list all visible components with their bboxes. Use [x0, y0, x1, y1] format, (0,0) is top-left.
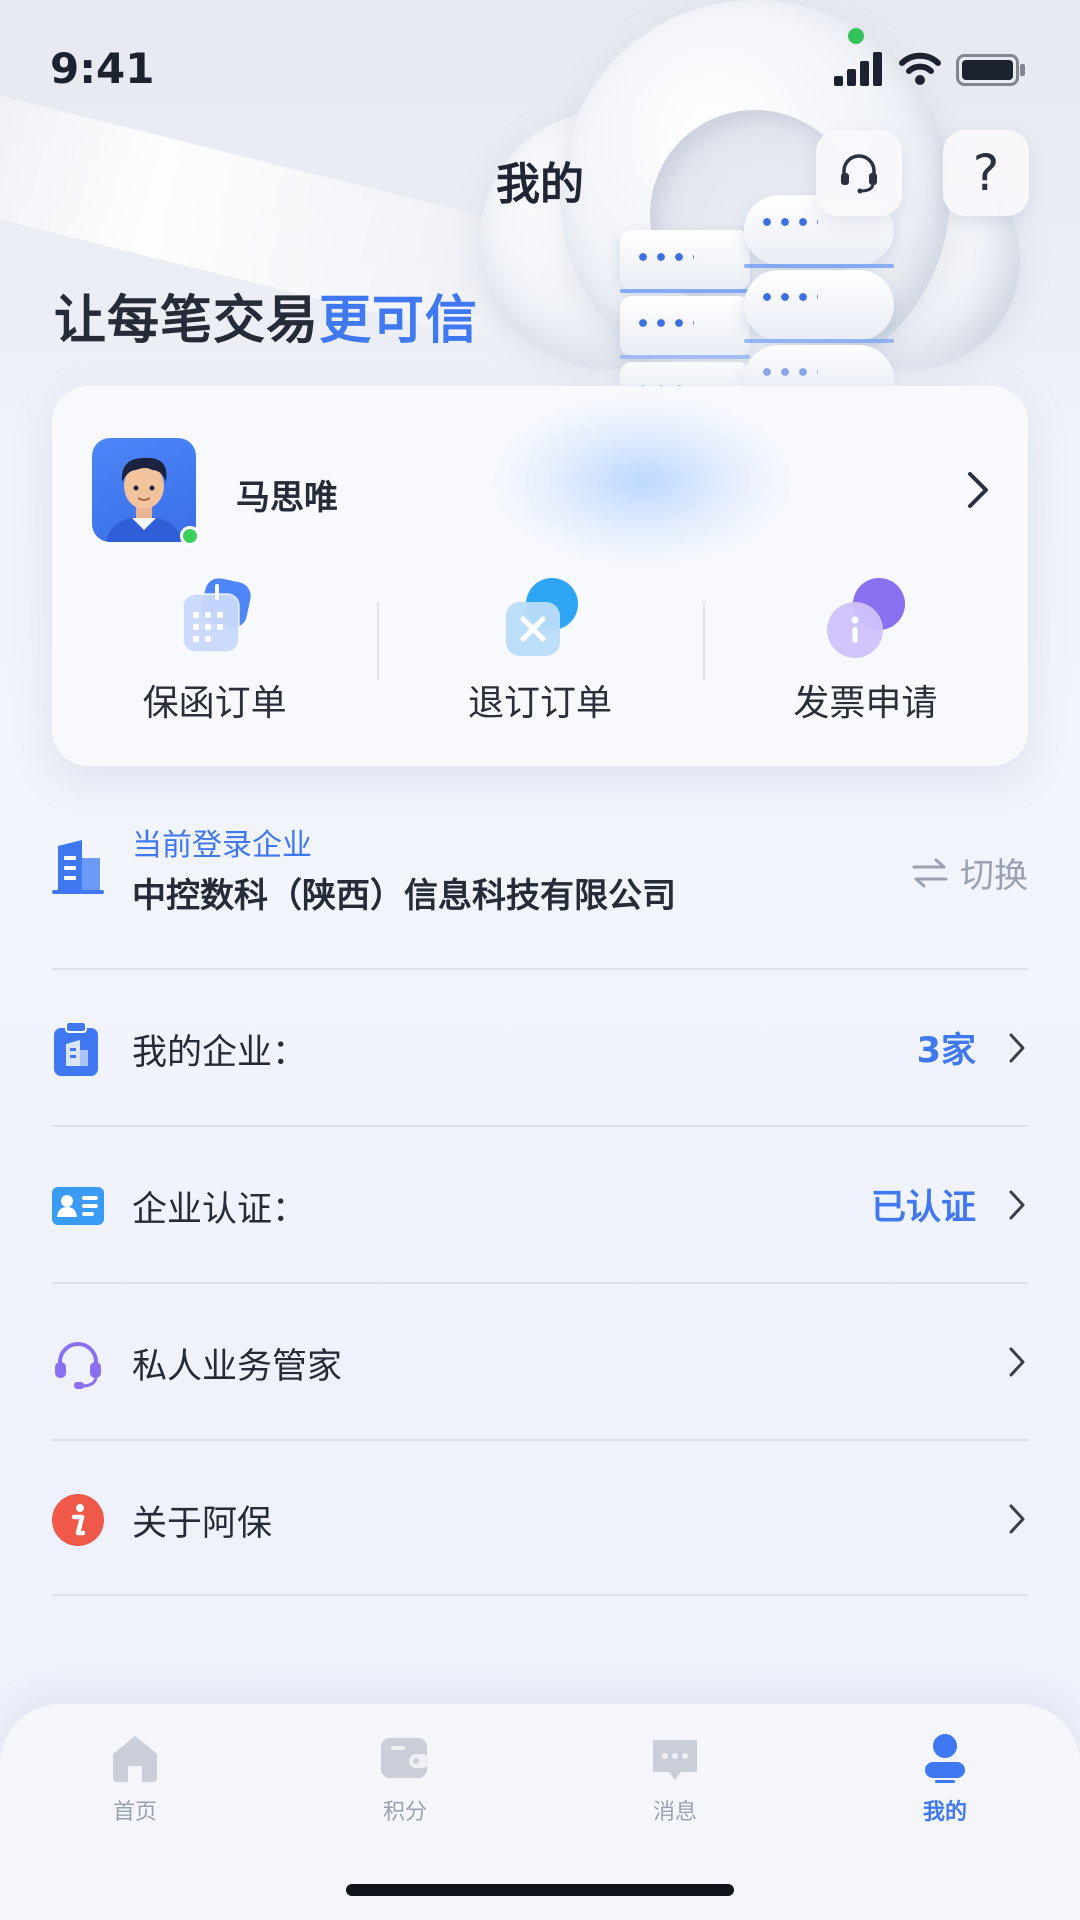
online-status-dot	[180, 526, 200, 546]
menu-list: 我的企业： 3家 企业认证： 已认证 私人业务管家 关于阿保	[52, 968, 1028, 1596]
camera-indicator-icon	[848, 28, 864, 44]
headset-icon	[841, 154, 877, 194]
current-company: 当前登录企业 中控数科（陕西）信息科技有限公司 切换	[52, 820, 1028, 970]
tab-home[interactable]: 首页	[0, 1732, 270, 1826]
card-glow	[492, 396, 792, 566]
avatar[interactable]	[92, 438, 196, 542]
menu-value: 3家	[916, 1031, 976, 1071]
wifi-icon	[899, 52, 941, 85]
company-caption: 当前登录企业	[132, 828, 312, 863]
menu-value: 已认证	[870, 1188, 976, 1228]
chevron-right-icon	[1009, 1190, 1025, 1220]
message-icon	[653, 1740, 697, 1780]
company-name: 中控数科（陕西）信息科技有限公司	[132, 876, 676, 916]
status-time: 9:41	[50, 44, 155, 93]
action-cancel-orders[interactable]: 退订订单	[377, 576, 702, 736]
hero-slogan: 让每笔交易更可信	[54, 278, 478, 353]
wallet-icon	[381, 1738, 429, 1778]
menu-label: 我的企业：	[132, 1033, 308, 1073]
menu-label: 企业认证：	[132, 1190, 308, 1230]
action-invoice-request[interactable]: 发票申请	[703, 576, 1028, 736]
tab-label: 积分	[382, 1800, 427, 1825]
tab-points[interactable]: 积分	[270, 1732, 540, 1826]
headset-icon	[55, 1342, 101, 1389]
tab-messages[interactable]: 消息	[540, 1732, 810, 1826]
tab-mine[interactable]: 我的	[810, 1732, 1080, 1826]
user-name[interactable]: 马思唯	[236, 470, 338, 519]
status-bar: 9:41	[0, 0, 1080, 130]
customer-service-button[interactable]	[816, 130, 902, 216]
switch-label: 切换	[960, 856, 1028, 896]
page-title: 我的	[496, 159, 584, 210]
server-illustration	[620, 230, 750, 293]
swap-arrows-icon	[912, 858, 948, 887]
action-guarantee-orders[interactable]: 保函订单	[52, 576, 377, 736]
user-card: 马思唯 保函订单 退订订单 发票申请	[52, 386, 1028, 766]
divider	[703, 602, 705, 680]
menu-item-my-companies[interactable]: 我的企业： 3家	[52, 968, 1028, 1125]
menu-label: 私人业务管家	[132, 1347, 343, 1387]
calendar-icon	[173, 576, 257, 660]
tab-label: 首页	[112, 1800, 157, 1825]
home-indicator	[346, 1884, 734, 1896]
help-icon: ?	[972, 144, 1000, 202]
chevron-right-icon[interactable]	[962, 468, 992, 512]
menu-item-about[interactable]: 关于阿保	[52, 1439, 1028, 1596]
id-card-icon	[52, 1187, 104, 1225]
menu-item-certification[interactable]: 企业认证： 已认证	[52, 1125, 1028, 1282]
divider	[377, 602, 379, 680]
info-icon	[52, 1494, 104, 1546]
action-label: 保函订单	[142, 683, 287, 724]
battery-icon	[956, 54, 1025, 86]
slogan-highlight: 更可信	[319, 291, 479, 351]
action-label: 退订订单	[467, 683, 612, 724]
cellular-signal-icon	[834, 52, 882, 86]
tab-label: 消息	[652, 1800, 697, 1825]
home-icon	[113, 1736, 157, 1782]
order-actions: 保函订单 退订订单 发票申请	[52, 576, 1028, 736]
menu-label: 关于阿保	[132, 1504, 273, 1544]
switch-company-button[interactable]: 切换	[912, 848, 1028, 897]
info-icon	[823, 576, 907, 660]
user-avatar-illustration	[106, 457, 182, 542]
building-icon	[52, 840, 104, 894]
slogan-main: 让每笔交易	[54, 291, 320, 351]
clipboard-building-icon	[54, 1022, 98, 1076]
chevron-right-icon	[1009, 1504, 1025, 1534]
action-label: 发票申请	[793, 683, 938, 724]
menu-item-private-butler[interactable]: 私人业务管家	[52, 1282, 1028, 1439]
tab-label: 我的	[922, 1800, 967, 1825]
chevron-right-icon	[1009, 1347, 1025, 1377]
help-button[interactable]: ?	[943, 130, 1029, 216]
cancel-icon	[498, 576, 582, 660]
user-icon	[925, 1734, 965, 1783]
chevron-right-icon	[1009, 1033, 1025, 1063]
